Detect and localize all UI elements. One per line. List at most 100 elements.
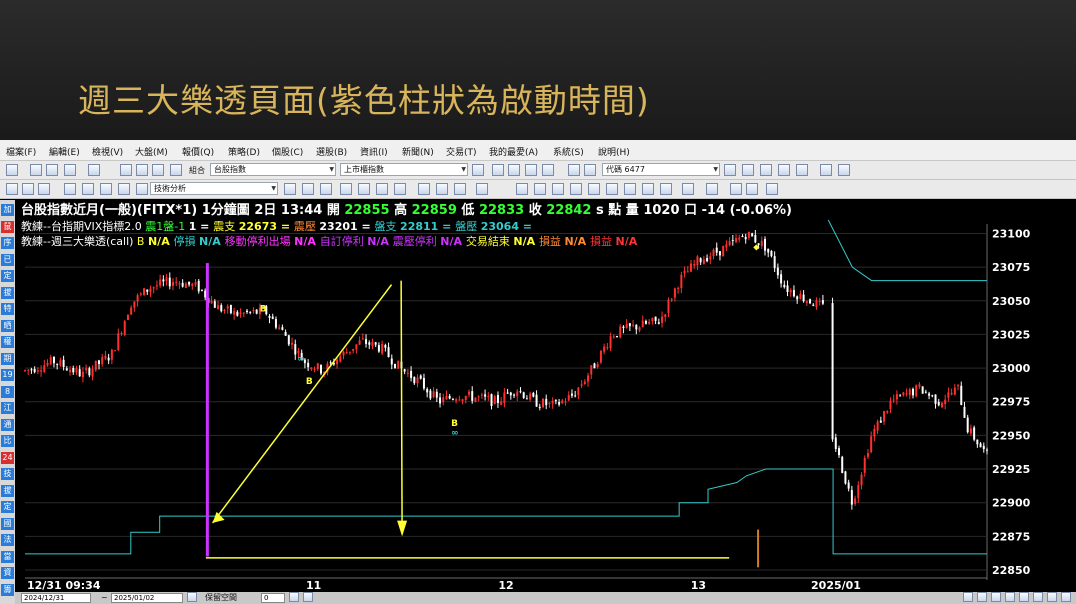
menu-news[interactable]: 新聞(N) [402,145,434,158]
forward-arrow-icon[interactable] [88,164,100,176]
zoom-out-icon[interactable] [991,592,1001,602]
side-tab-10[interactable]: 19 [1,369,14,381]
crosshair-icon[interactable] [552,183,564,195]
back-arrow-icon[interactable] [64,164,76,176]
color-grid-icon[interactable] [476,183,488,195]
refresh-icon[interactable] [525,164,537,176]
gap-field[interactable]: 0 [261,593,285,603]
side-tab-3[interactable]: 已 [1,253,14,266]
parallel-icon[interactable] [730,183,742,195]
kline-icon[interactable] [778,164,790,176]
menu-view[interactable]: 檢視(V) [92,145,123,158]
dollar-icon[interactable] [534,183,546,195]
font-b-icon[interactable] [376,183,388,195]
window-icon[interactable] [136,183,148,195]
indicator-icon[interactable] [320,183,332,195]
side-tab-23[interactable]: 籌 [1,583,14,596]
side-tab-5[interactable]: 拔 [1,286,14,299]
tech-analysis-select[interactable]: 技術分析 ▼ [150,182,278,195]
menu-favorites[interactable]: 我的最愛(A) [489,145,538,158]
menu-trade[interactable]: 交易(T) [446,145,477,158]
menu-edit[interactable]: 編輯(E) [49,145,80,158]
side-tab-11[interactable]: 8 [1,385,14,398]
note-icon[interactable] [46,164,58,176]
expand-icon[interactable] [492,164,504,176]
return-icon[interactable] [724,164,736,176]
side-tab-1[interactable]: 鼠 [1,220,14,233]
side-tab-12[interactable]: 江 [1,402,14,414]
date-from-field[interactable]: 2024/12/31 [21,593,91,603]
refresh-icon[interactable] [977,592,987,602]
trend-line-icon[interactable] [682,183,694,195]
copy-icon[interactable] [6,183,18,195]
channel-icon[interactable] [660,183,672,195]
code-select[interactable]: 代碼 6477 ▼ [602,163,720,176]
print-icon[interactable] [170,164,182,176]
save-icon[interactable] [152,164,164,176]
menu-info[interactable]: 資訊(I) [360,145,388,158]
target-icon[interactable] [796,164,808,176]
stepper-icon[interactable] [289,592,299,602]
pencil-icon[interactable] [588,183,600,195]
side-tab-14[interactable]: 比 [1,435,14,447]
price-chart[interactable]: 23100 23075 23050 23025 23000 22975 22950 22925… [15,200,1076,592]
cursor-icon[interactable] [516,183,528,195]
home-icon[interactable] [30,164,42,176]
side-tab-9[interactable]: 期 [1,352,14,365]
check-icon[interactable] [436,183,448,195]
layout-row-icon[interactable] [64,183,76,195]
up-arrow-icon[interactable] [766,183,778,195]
fib-icon[interactable] [606,183,618,195]
date-to-field[interactable]: 2025/01/02 [111,593,183,603]
hline-icon[interactable] [706,183,718,195]
heart-icon[interactable] [542,164,554,176]
menu-market[interactable]: 大盤(M) [135,145,168,158]
new-file-icon[interactable] [120,164,132,176]
menu-stock[interactable]: 個股(C) [272,145,303,158]
mountain-icon[interactable] [642,183,654,195]
side-tab-17[interactable]: 拔 [1,484,14,497]
grid-icon[interactable] [6,164,18,176]
side-tab-7[interactable]: 晒 [1,319,14,332]
down-chevrons-icon[interactable] [584,164,596,176]
zoom-in-icon[interactable] [1005,592,1015,602]
open-folder-icon[interactable] [136,164,148,176]
bar-icon[interactable] [284,183,296,195]
side-tab-16[interactable]: 技 [1,468,14,480]
group-select[interactable]: 台股指數 ▼ [210,163,336,176]
export-icon[interactable] [820,164,832,176]
sheet-icon[interactable] [454,183,466,195]
layer-icon[interactable] [340,183,352,195]
side-tab-15[interactable]: 24 [1,451,14,464]
calendar-icon[interactable] [187,592,197,602]
menu-quote[interactable]: 報價(Q) [182,145,214,158]
move-icon[interactable] [570,183,582,195]
market-select[interactable]: 上市櫃指數 ▼ [340,163,468,176]
side-tab-2[interactable]: 序 [1,237,14,249]
side-tab-18[interactable]: 定 [1,501,14,513]
fit-icon[interactable] [1033,592,1043,602]
wave-icon[interactable] [624,183,636,195]
side-tab-21[interactable]: 當 [1,550,14,563]
table-icon[interactable] [38,183,50,195]
grid-icon[interactable] [394,183,406,195]
layout-cols-icon[interactable] [100,183,112,195]
back-icon[interactable] [303,592,313,602]
menu-icon[interactable] [1061,592,1071,602]
menu-system[interactable]: 系統(S) [553,145,584,158]
side-tab-22[interactable]: 資 [1,567,14,579]
side-tab-0[interactable]: 加 [1,204,14,216]
scroll-right-icon[interactable] [963,592,973,602]
zoom-icon[interactable] [742,164,754,176]
pin-icon[interactable] [1047,592,1057,602]
paste-icon[interactable] [22,183,34,195]
side-tab-4[interactable]: 定 [1,270,14,282]
side-tab-20[interactable]: 法 [1,534,14,546]
side-tab-6[interactable]: 特 [1,303,14,315]
reset-icon[interactable] [1019,592,1029,602]
camera-icon[interactable] [838,164,850,176]
window-icon[interactable] [508,164,520,176]
window-icon[interactable] [418,183,430,195]
menu-help[interactable]: 說明(H) [598,145,630,158]
side-tab-13[interactable]: 通 [1,418,14,431]
